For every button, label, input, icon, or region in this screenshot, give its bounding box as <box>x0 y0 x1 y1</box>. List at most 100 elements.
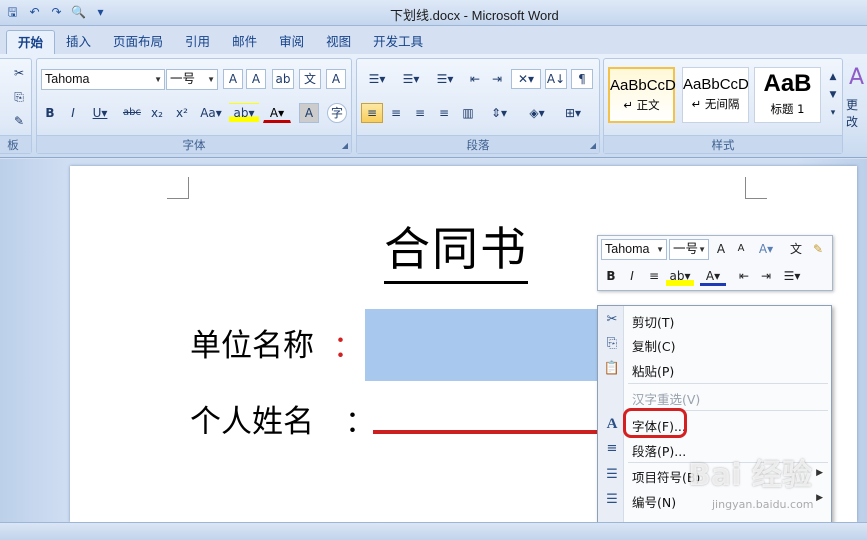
enclose-characters-icon[interactable]: 字 <box>327 103 347 123</box>
text-selection[interactable] <box>365 309 597 381</box>
clear-format-icon[interactable]: ab <box>272 69 294 89</box>
undo-icon[interactable]: ↶ <box>26 3 43 21</box>
crop-mark-right <box>745 177 767 199</box>
watermark: Bai 经验 <box>688 458 812 493</box>
grow-font-icon[interactable]: A <box>223 69 243 89</box>
shading-icon[interactable]: ◈▾ <box>521 103 553 123</box>
chevron-down-icon: ▼ <box>656 245 664 254</box>
style-heading-1[interactable]: AaB 标题 1 <box>754 67 821 123</box>
copy-icon[interactable]: ⎘ <box>9 87 29 107</box>
tab-view[interactable]: 视图 <box>315 30 362 54</box>
align-right-icon[interactable]: ≡ <box>409 103 431 123</box>
font-name-combo[interactable]: Tahoma ▼ <box>41 69 165 90</box>
mini-grow-font-icon[interactable]: A <box>711 239 731 259</box>
highlight-icon[interactable]: ab▾ <box>229 103 259 123</box>
paragraph-icon: ≡ <box>606 441 618 456</box>
mini-highlight-icon[interactable]: ab▾ <box>666 266 694 286</box>
font-color-icon[interactable]: A▾ <box>263 103 291 123</box>
align-center-icon[interactable]: ≡ <box>385 103 407 123</box>
menu-item-paste[interactable]: 📋 粘贴(P) <box>598 357 831 382</box>
increase-indent-icon[interactable]: ⇥ <box>487 69 507 89</box>
borders-icon[interactable]: ⊞▾ <box>557 103 589 123</box>
field1-label[interactable]: 单位名称 <box>190 320 314 365</box>
tab-insert[interactable]: 插入 <box>55 30 102 54</box>
justify-icon[interactable]: ≡ <box>433 103 455 123</box>
clipboard-group-label: 板 <box>0 135 31 153</box>
underline-icon[interactable]: U▾ <box>87 103 113 123</box>
tab-developer[interactable]: 开发工具 <box>362 30 434 54</box>
field2-label[interactable]: 个人姓名 <box>190 396 314 441</box>
format-painter-icon[interactable]: ✎ <box>9 111 29 131</box>
multilevel-list-icon[interactable]: ☰▾ <box>429 69 461 89</box>
mini-bold-icon[interactable]: B <box>601 266 621 286</box>
mini-decrease-indent-icon[interactable]: ⇤ <box>734 266 754 286</box>
distributed-icon[interactable]: ▥ <box>457 103 479 123</box>
mini-bullets-icon[interactable]: ☰▾ <box>778 266 806 286</box>
redo-icon[interactable]: ↷ <box>48 3 65 21</box>
sort-icon[interactable]: A↓ <box>545 69 567 89</box>
change-styles-icon[interactable]: A <box>846 60 867 94</box>
tab-mailings[interactable]: 邮件 <box>221 30 268 54</box>
underline-blank[interactable] <box>373 430 597 434</box>
character-shading-icon[interactable]: A <box>299 103 319 123</box>
change-styles-label[interactable]: 更改 <box>846 96 867 130</box>
mini-center-icon[interactable]: ≡ <box>644 266 664 286</box>
font-item-highlight-annotation <box>623 408 687 438</box>
chinese-layout-icon[interactable]: ✕▾ <box>511 69 541 89</box>
shrink-font-icon[interactable]: A <box>246 69 266 89</box>
bullets-icon: ☰ <box>606 467 618 482</box>
style-no-spacing[interactable]: AaBbCcD ↵ 无间隔 <box>682 67 749 123</box>
show-marks-icon[interactable]: ¶ <box>571 69 593 89</box>
style-normal[interactable]: AaBbCcD ↵ 正文 <box>608 67 676 123</box>
numbering-icon[interactable]: ☰▾ <box>395 69 427 89</box>
line-spacing-icon[interactable]: ⇕▾ <box>485 103 513 123</box>
crop-mark-left <box>167 177 189 199</box>
superscript-icon[interactable]: x² <box>172 103 192 123</box>
print-preview-icon[interactable]: 🔍 <box>70 3 87 21</box>
font-size-combo[interactable]: 一号 ▼ <box>166 69 218 90</box>
tab-home[interactable]: 开始 <box>6 30 56 54</box>
mini-italic-icon[interactable]: I <box>622 266 642 286</box>
tab-references[interactable]: 引用 <box>174 30 221 54</box>
mini-font-name-combo[interactable]: Tahoma ▼ <box>601 239 667 260</box>
styles-scroll-down-icon[interactable]: ▼ <box>826 85 840 105</box>
styles-group-label: 样式 <box>604 135 842 153</box>
field2-colon: ： <box>345 405 375 440</box>
document-title[interactable]: 合同书 <box>384 218 528 284</box>
bullets-icon[interactable]: ☰▾ <box>361 69 393 89</box>
tab-page-layout[interactable]: 页面布局 <box>102 30 174 54</box>
styles-more-icon[interactable]: ▾ <box>826 103 840 123</box>
styles-group: AaBbCcD ↵ 正文 AaBbCcD ↵ 无间隔 AaB 标题 1 ▲ ▼ … <box>603 58 843 154</box>
save-icon[interactable]: 🖫 <box>4 3 21 21</box>
menu-item-cut[interactable]: ✂ 剪切(T) <box>598 308 831 333</box>
styles-scroll-up-icon[interactable]: ▲ <box>826 67 840 87</box>
scissors-icon: ✂ <box>606 312 618 327</box>
align-left-icon[interactable]: ≡ <box>361 103 383 123</box>
decrease-indent-icon[interactable]: ⇤ <box>465 69 485 89</box>
ribbon-tabs: 开始 插入 页面布局 引用 邮件 审阅 视图 开发工具 <box>0 26 867 54</box>
subscript-icon[interactable]: x₂ <box>147 103 167 123</box>
paragraph-dialog-launcher-icon[interactable]: ◢ <box>590 141 596 150</box>
mini-font-color-icon[interactable]: A▾ <box>700 266 726 286</box>
paragraph-group-label: 段落 <box>357 135 599 153</box>
field1-colon: ： <box>333 330 363 365</box>
mini-phonetic-icon[interactable]: 文 <box>786 239 806 259</box>
bold-icon[interactable]: B <box>41 103 59 123</box>
strikethrough-icon[interactable]: abc <box>121 103 143 123</box>
tab-review[interactable]: 审阅 <box>268 30 315 54</box>
character-border-icon[interactable]: A <box>326 69 346 89</box>
style-sample: AaBbCcD <box>683 76 749 93</box>
cut-icon[interactable]: ✂ <box>9 63 29 83</box>
italic-icon[interactable]: I <box>64 103 82 123</box>
font-dialog-launcher-icon[interactable]: ◢ <box>342 141 348 150</box>
mini-increase-indent-icon[interactable]: ⇥ <box>756 266 776 286</box>
change-case-icon[interactable]: Aa▾ <box>197 103 225 123</box>
customize-qat-icon[interactable]: ▾ <box>92 3 109 21</box>
mini-styles-icon[interactable]: A▾ <box>753 239 779 259</box>
font-group: Tahoma ▼ 一号 ▼ A A ab 文 A B I U▾ abc x₂ x² … <box>36 58 352 154</box>
mini-format-painter-icon[interactable]: ✎ <box>808 239 828 259</box>
mini-shrink-font-icon[interactable]: A <box>731 239 751 259</box>
phonetic-guide-icon[interactable]: 文 <box>299 69 321 89</box>
mini-font-size-combo[interactable]: 一号 ▼ <box>669 239 709 260</box>
menu-item-copy[interactable]: ⎘ 复制(C) <box>598 332 831 357</box>
